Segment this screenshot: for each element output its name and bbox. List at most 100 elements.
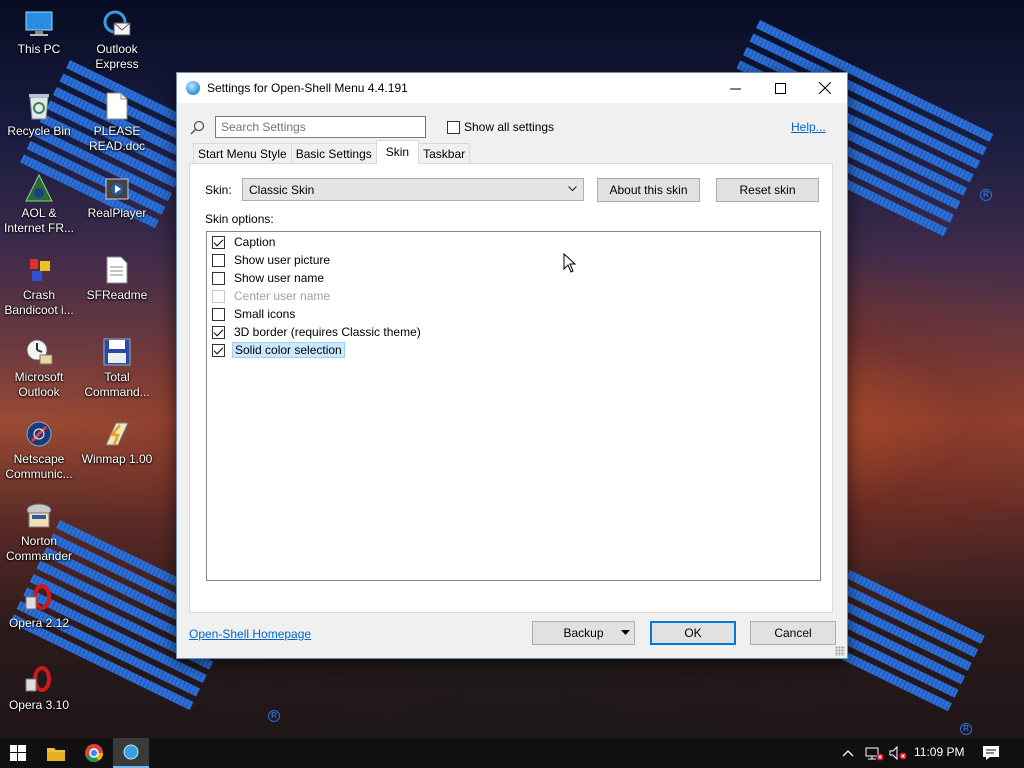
option-show-user-picture[interactable]: Show user picture — [212, 252, 332, 268]
option-checkbox[interactable] — [212, 235, 225, 249]
desktop-icon-label: Opera 2.12 — [8, 616, 70, 630]
desktop-icon-label: AOL & Internet FR... — [3, 206, 75, 235]
search-input[interactable] — [215, 116, 426, 138]
taskbar-file-explorer[interactable] — [38, 738, 74, 768]
option-small-icons[interactable]: Small icons — [212, 306, 297, 322]
desktop-icon-this-pc[interactable]: This PC — [0, 8, 78, 57]
tab-strip: Start Menu Style Basic Settings Skin Tas… — [193, 140, 471, 164]
window-title: Settings for Open-Shell Menu 4.4.191 — [207, 81, 408, 95]
skin-dropdown-value: Classic Skin — [249, 183, 315, 197]
chevron-up-icon — [842, 750, 854, 757]
netscape-icon — [23, 418, 55, 450]
desktop-icon-total-commander[interactable]: Total Command... — [78, 336, 156, 400]
desktop-icon-norton-commander[interactable]: Norton Commander — [0, 500, 78, 564]
mouse-cursor-icon — [563, 253, 577, 273]
option-label: Solid color selection — [232, 342, 345, 358]
option-3d-border[interactable]: 3D border (requires Classic theme) — [212, 324, 423, 340]
notification-icon — [983, 746, 999, 760]
desktop-icon-label: Winmap 1.00 — [81, 452, 153, 466]
computer-icon — [23, 8, 55, 40]
backup-dropdown-arrow[interactable] — [616, 622, 634, 644]
option-checkbox[interactable] — [212, 343, 225, 357]
backup-button[interactable]: Backup — [532, 621, 635, 645]
skin-options-list: Caption Show user picture Show user name… — [206, 231, 821, 581]
desktop-icon-sfreadme[interactable]: SFReadme — [78, 254, 156, 303]
tab-start-menu-style[interactable]: Start Menu Style — [193, 143, 292, 164]
desktop-icon-microsoft-outlook[interactable]: Microsoft Outlook — [0, 336, 78, 400]
opera-icon — [23, 664, 55, 696]
desktop-icon-label: This PC — [17, 42, 61, 56]
show-hidden-icons-button[interactable] — [842, 738, 854, 768]
option-checkbox[interactable] — [212, 307, 225, 321]
tab-skin[interactable]: Skin — [375, 140, 420, 164]
resize-grip[interactable] — [835, 646, 845, 656]
option-label: Caption — [234, 235, 276, 249]
option-label: Show user picture — [234, 253, 331, 267]
close-button[interactable] — [802, 73, 848, 103]
recycle-bin-icon — [23, 90, 55, 122]
show-all-settings-label: Show all settings — [464, 120, 555, 134]
desktop-icon-aol[interactable]: AOL & Internet FR... — [0, 172, 78, 236]
opera-icon — [23, 582, 55, 614]
registered-mark: R — [268, 710, 280, 722]
cancel-button[interactable]: Cancel — [750, 621, 836, 645]
volume-button[interactable] — [888, 738, 908, 768]
chrome-icon — [85, 744, 103, 762]
show-all-settings-box[interactable] — [447, 120, 460, 134]
option-show-user-name[interactable]: Show user name — [212, 270, 326, 286]
norton-commander-icon — [23, 500, 55, 532]
tab-taskbar[interactable]: Taskbar — [418, 143, 471, 164]
crash-bandicoot-icon — [23, 254, 55, 286]
taskbar-chrome[interactable] — [76, 738, 112, 768]
desktop-icon-label: Microsoft Outlook — [14, 370, 64, 399]
desktop-icon-label: Recycle Bin — [7, 124, 71, 138]
start-button[interactable] — [0, 738, 36, 768]
document-icon — [101, 90, 133, 122]
option-checkbox[interactable] — [212, 271, 225, 285]
open-shell-homepage-link[interactable]: Open-Shell Homepage — [189, 627, 311, 641]
window-titlebar[interactable]: Settings for Open-Shell Menu 4.4.191 — [177, 73, 847, 103]
floppy-disk-icon — [101, 336, 133, 368]
taskbar-clock[interactable]: 11:09 PM — [914, 745, 964, 759]
skin-dropdown[interactable]: Classic Skin — [242, 178, 584, 201]
backup-button-label: Backup — [563, 626, 604, 640]
maximize-button[interactable] — [757, 73, 803, 103]
open-shell-icon — [123, 744, 139, 760]
desktop-icon-winmap[interactable]: Winmap 1.00 — [78, 418, 156, 467]
ok-button[interactable]: OK — [650, 621, 736, 645]
help-link[interactable]: Help... — [791, 120, 826, 134]
option-center-user-name: Center user name — [212, 288, 332, 304]
reset-skin-button[interactable]: Reset skin — [716, 178, 819, 202]
desktop-icon-label: RealPlayer — [87, 206, 147, 220]
desktop-icon-please-read[interactable]: PLEASE READ.doc — [78, 90, 156, 154]
option-solid-color-selection[interactable]: Solid color selection — [212, 342, 345, 358]
desktop-icon-realplayer[interactable]: RealPlayer — [78, 172, 156, 221]
skin-label: Skin: — [205, 183, 232, 197]
minimize-button[interactable] — [712, 73, 758, 103]
option-checkbox[interactable] — [212, 325, 225, 339]
close-icon — [819, 82, 831, 94]
about-this-skin-button[interactable]: About this skin — [597, 178, 700, 202]
caret-down-icon — [620, 630, 630, 635]
desktop-icon-label: Norton Commander — [5, 534, 73, 563]
skin-options-label: Skin options: — [205, 212, 274, 226]
outlook-express-icon — [101, 8, 133, 40]
tab-basic-settings[interactable]: Basic Settings — [290, 143, 377, 164]
taskbar-open-shell-settings[interactable] — [113, 738, 149, 768]
desktop-icon-outlook-express[interactable]: Outlook Express — [78, 8, 156, 72]
network-status-button[interactable] — [864, 738, 884, 768]
desktop-icon-recycle-bin[interactable]: Recycle Bin — [0, 90, 78, 139]
outlook-clock-icon — [23, 336, 55, 368]
desktop-icon-netscape[interactable]: Netscape Communic... — [0, 418, 78, 482]
option-checkbox[interactable] — [212, 253, 225, 267]
speaker-muted-icon — [889, 745, 907, 761]
action-center-button[interactable] — [982, 738, 1000, 768]
show-all-settings-checkbox[interactable]: Show all settings — [447, 120, 554, 134]
desktop-icon-label: Opera 3.10 — [8, 698, 70, 712]
desktop-icon-crash-bandicoot[interactable]: Crash Bandicoot i... — [0, 254, 78, 318]
desktop-icon-opera-310[interactable]: Opera 3.10 — [0, 664, 78, 713]
desktop-icon-opera-212[interactable]: Opera 2.12 — [0, 582, 78, 631]
desktop-icon-label: Crash Bandicoot i... — [4, 288, 74, 317]
option-caption[interactable]: Caption — [212, 234, 277, 250]
text-file-icon — [101, 254, 133, 286]
